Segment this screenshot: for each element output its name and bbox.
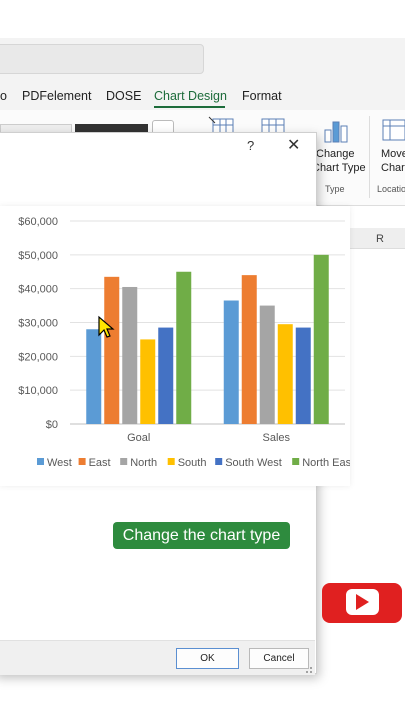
resize-grip-icon[interactable] [303, 664, 313, 674]
dialog-header [0, 132, 315, 164]
x-category-label: Goal [127, 432, 150, 444]
tab-format[interactable]: Format [242, 89, 282, 103]
move-chart-line2: Char [381, 162, 405, 174]
move-chart-button[interactable]: Move Char Locatio [374, 112, 405, 198]
bar-east-sales[interactable] [241, 275, 257, 424]
bar-west-goal[interactable] [86, 329, 102, 424]
mouse-cursor-icon [98, 315, 115, 338]
legend-entry: South [178, 457, 207, 469]
caption-badge: Change the chart type [113, 522, 290, 549]
y-tick-label: $60,000 [18, 216, 58, 228]
tab-dose[interactable]: DOSE [106, 89, 141, 103]
bar-south-goal[interactable] [140, 339, 156, 424]
close-icon[interactable]: ✕ [287, 135, 300, 155]
change-chart-type-button[interactable]: Change Chart Type Type [312, 112, 366, 198]
cancel-button[interactable]: Cancel [249, 648, 309, 669]
bar-north-east-goal[interactable] [176, 271, 192, 424]
y-tick-label: $10,000 [18, 385, 58, 397]
bar-north-goal[interactable] [122, 286, 138, 424]
legend-swatch [120, 458, 128, 465]
change-chart-type-line1: Change [316, 148, 355, 160]
bar-south-west-sales[interactable] [295, 327, 311, 424]
move-chart-icon [382, 119, 405, 141]
help-button[interactable]: ? [247, 138, 254, 153]
change-chart-type-line2: Chart Type [312, 162, 366, 174]
y-tick-label: $40,000 [18, 284, 58, 296]
chart-preview-svg: $0 $10,000 $20,000 $30,000 $40,000 $50,000 $60… [18, 216, 350, 469]
search-box[interactable] [0, 44, 204, 74]
y-tick-label: $0 [46, 419, 58, 431]
move-chart-line1: Move [381, 148, 405, 160]
active-tab-underline [154, 106, 225, 108]
legend-swatch [215, 458, 223, 465]
legend-swatch [292, 458, 300, 465]
legend-entry: South West [225, 457, 282, 469]
top-band [0, 0, 405, 38]
tab-pdfelement[interactable]: PDFelement [22, 89, 91, 103]
legend-swatch [167, 458, 175, 465]
column-header-r[interactable]: R [376, 233, 384, 245]
ok-button[interactable]: OK [176, 648, 239, 669]
ribbon-separator [369, 116, 370, 198]
play-icon [356, 594, 369, 610]
bar-south-sales[interactable] [277, 324, 293, 424]
legend-entry: West [47, 457, 72, 469]
bar-south-west-goal[interactable] [158, 327, 174, 424]
tab-partial[interactable]: o [0, 89, 7, 103]
type-group-label: Type [325, 184, 345, 194]
bar-north-east-sales[interactable] [313, 254, 329, 424]
bar-chart-icon [324, 121, 348, 143]
y-tick-label: $30,000 [18, 318, 58, 330]
bar-west-sales[interactable] [223, 300, 239, 424]
location-group-label: Locatio [377, 184, 405, 194]
legend-entry: North East [302, 457, 350, 469]
legend-entry: East [89, 457, 111, 469]
legend-swatch [78, 458, 86, 465]
y-tick-label: $20,000 [18, 351, 58, 363]
legend-entry: North [130, 457, 157, 469]
x-category-label: Sales [262, 432, 290, 444]
y-tick-label: $50,000 [18, 250, 58, 262]
bar-east-goal[interactable] [104, 276, 120, 424]
tab-chart-design[interactable]: Chart Design [154, 89, 227, 103]
legend-swatch [37, 458, 44, 465]
bar-north-sales[interactable] [259, 305, 275, 424]
